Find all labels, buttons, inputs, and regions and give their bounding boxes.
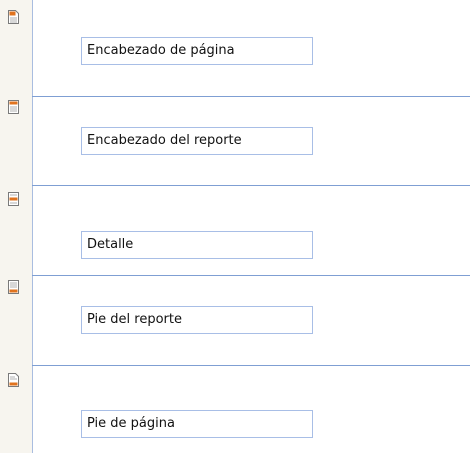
band-page-header[interactable]: Encabezado de página xyxy=(0,0,470,97)
report-footer-icon[interactable] xyxy=(8,280,19,294)
page-footer-icon[interactable] xyxy=(8,373,19,387)
band-report-footer[interactable]: Pie del reporte xyxy=(0,276,470,366)
page-header-field[interactable]: Encabezado de página xyxy=(81,37,313,65)
report-header-field[interactable]: Encabezado del reporte xyxy=(81,127,313,155)
report-designer: Encabezado de página Encabezado del repo… xyxy=(0,0,470,453)
detail-icon[interactable] xyxy=(8,192,19,206)
report-footer-field[interactable]: Pie del reporte xyxy=(81,306,313,334)
report-header-icon[interactable] xyxy=(8,100,19,114)
band-page-footer[interactable]: Pie de página xyxy=(0,366,470,453)
page-footer-field[interactable]: Pie de página xyxy=(81,410,313,438)
detail-field[interactable]: Detalle xyxy=(81,231,313,259)
band-detail[interactable]: Detalle xyxy=(0,186,470,276)
band-report-header[interactable]: Encabezado del reporte xyxy=(0,97,470,186)
page-header-icon[interactable] xyxy=(8,10,19,24)
